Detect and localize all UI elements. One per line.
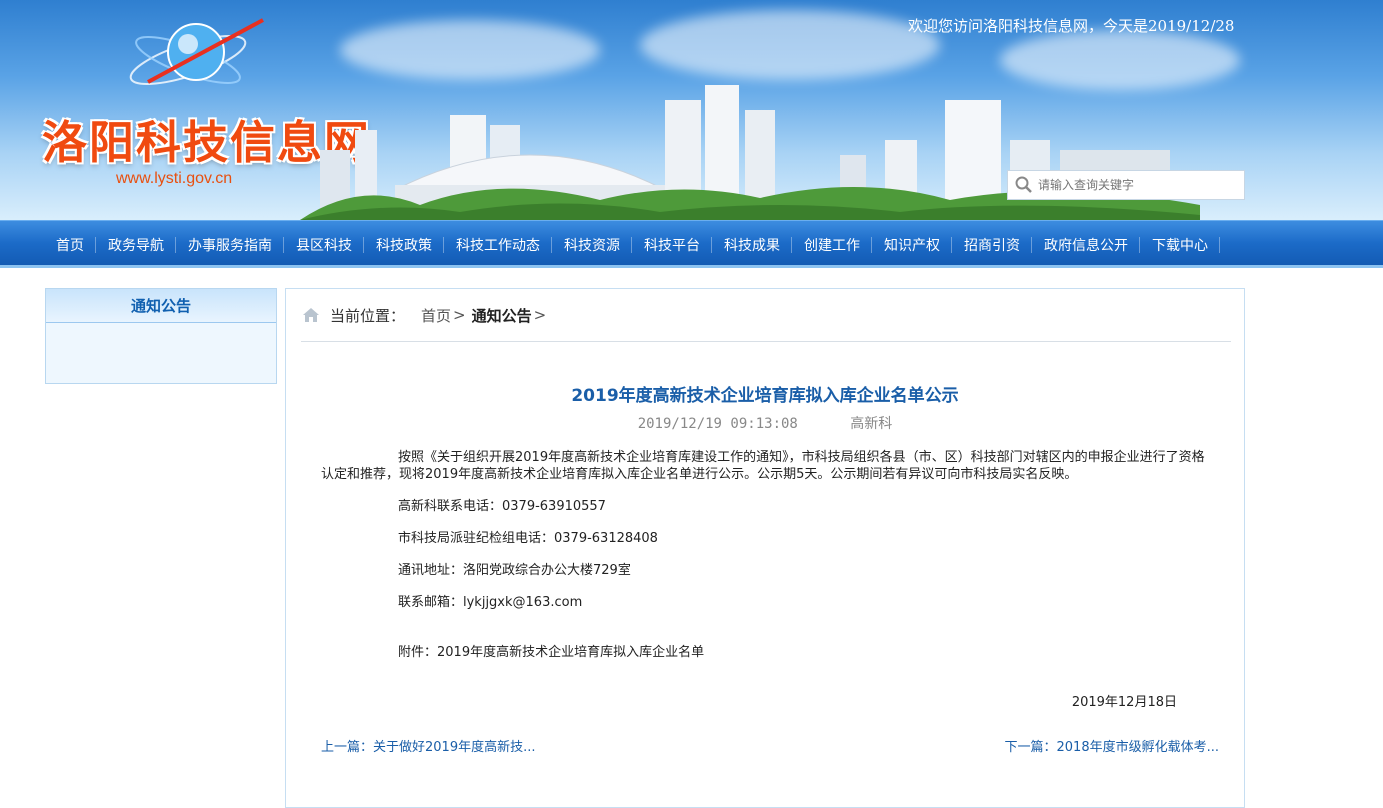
search-box[interactable] <box>1007 170 1245 200</box>
prev-article-link[interactable]: 上一篇：关于做好2019年度高新技... <box>321 736 535 755</box>
search-icon[interactable] <box>1014 175 1034 195</box>
nav-item-ip[interactable]: 知识产权 <box>872 235 952 255</box>
globe-logo-icon <box>129 18 264 85</box>
article-title: 2019年度高新技术企业培育库拟入库企业名单公示 <box>571 386 959 406</box>
nav-item-home[interactable]: 首页 <box>44 235 96 255</box>
attachment-link[interactable]: 附件：2019年度高新技术企业培育库拟入库企业名单 <box>321 644 1213 661</box>
main-nav: 首页 政务导航 办事服务指南 县区科技 科技政策 科技工作动态 科技资源 科技平… <box>0 220 1383 268</box>
article-meta: 2019/12/19 09:13:08 高新科 <box>286 413 1244 433</box>
search-input[interactable] <box>1038 178 1238 192</box>
sidebar-title[interactable]: 通知公告 <box>46 289 276 323</box>
contact-phone-discipline: 市科技局派驻纪检组电话：0379-63128408 <box>398 531 658 546</box>
breadcrumb-current[interactable]: 通知公告 <box>472 305 532 326</box>
article-department: 高新科 <box>850 416 893 432</box>
article-date: 2019年12月18日 <box>1071 695 1177 710</box>
nav-item-creation-work[interactable]: 创建工作 <box>792 235 872 255</box>
divider <box>301 341 1231 342</box>
article-body: 按照《关于组织开展2019年度高新技术企业培育库建设工作的通知》，市科技局组织各… <box>321 449 1213 711</box>
next-article-link[interactable]: 下一篇：2018年度市级孵化载体考... <box>1005 736 1219 755</box>
breadcrumb-home-link[interactable]: 首页 <box>421 305 451 326</box>
welcome-text: 欢迎您访问洛阳科技信息网，今天是2019/12/28 <box>908 17 1235 35</box>
nav-item-downloads[interactable]: 下载中心 <box>1140 235 1220 255</box>
contact-address: 通讯地址：洛阳党政综合办公大楼729室 <box>398 563 631 578</box>
contact-email: 联系邮箱：lykjjgxk@163.com <box>398 595 583 610</box>
site-url: www.lysti.gov.cn <box>116 170 233 187</box>
nav-item-tech-policy[interactable]: 科技政策 <box>364 235 444 255</box>
nav-item-gov-info[interactable]: 政府信息公开 <box>1032 235 1140 255</box>
nav-item-tech-achievements[interactable]: 科技成果 <box>712 235 792 255</box>
sidebar: 通知公告 <box>45 288 277 384</box>
contact-phone-hitech: 高新科联系电话：0379-63910557 <box>398 499 606 514</box>
article-datetime: 2019/12/19 09:13:08 <box>637 416 798 432</box>
nav-item-tech-resources[interactable]: 科技资源 <box>552 235 632 255</box>
breadcrumb-separator: > <box>533 306 547 324</box>
header-banner: 洛阳科技信息网 www.lysti.gov.cn 欢迎您访问洛阳科技信息网，今天… <box>0 0 1383 220</box>
main-content: 当前位置： 首页 > 通知公告 > 2019年度高新技术企业培育库拟入库企业名单… <box>285 288 1245 808</box>
breadcrumb: 当前位置： 首页 > 通知公告 > <box>302 303 552 327</box>
cloud-decoration <box>640 10 940 80</box>
nav-item-gov-guide[interactable]: 政务导航 <box>96 235 176 255</box>
breadcrumb-label: 当前位置： <box>330 306 406 325</box>
breadcrumb-separator: > <box>453 306 466 324</box>
nav-item-tech-news[interactable]: 科技工作动态 <box>444 235 552 255</box>
article-paragraph: 按照《关于组织开展2019年度高新技术企业培育库建设工作的通知》，市科技局组织各… <box>321 450 1205 482</box>
home-icon <box>303 308 319 322</box>
nav-item-county-tech[interactable]: 县区科技 <box>284 235 364 255</box>
nav-item-investment[interactable]: 招商引资 <box>952 235 1032 255</box>
nav-item-service-guide[interactable]: 办事服务指南 <box>176 235 284 255</box>
cloud-decoration <box>340 20 600 80</box>
nav-item-tech-platform[interactable]: 科技平台 <box>632 235 712 255</box>
